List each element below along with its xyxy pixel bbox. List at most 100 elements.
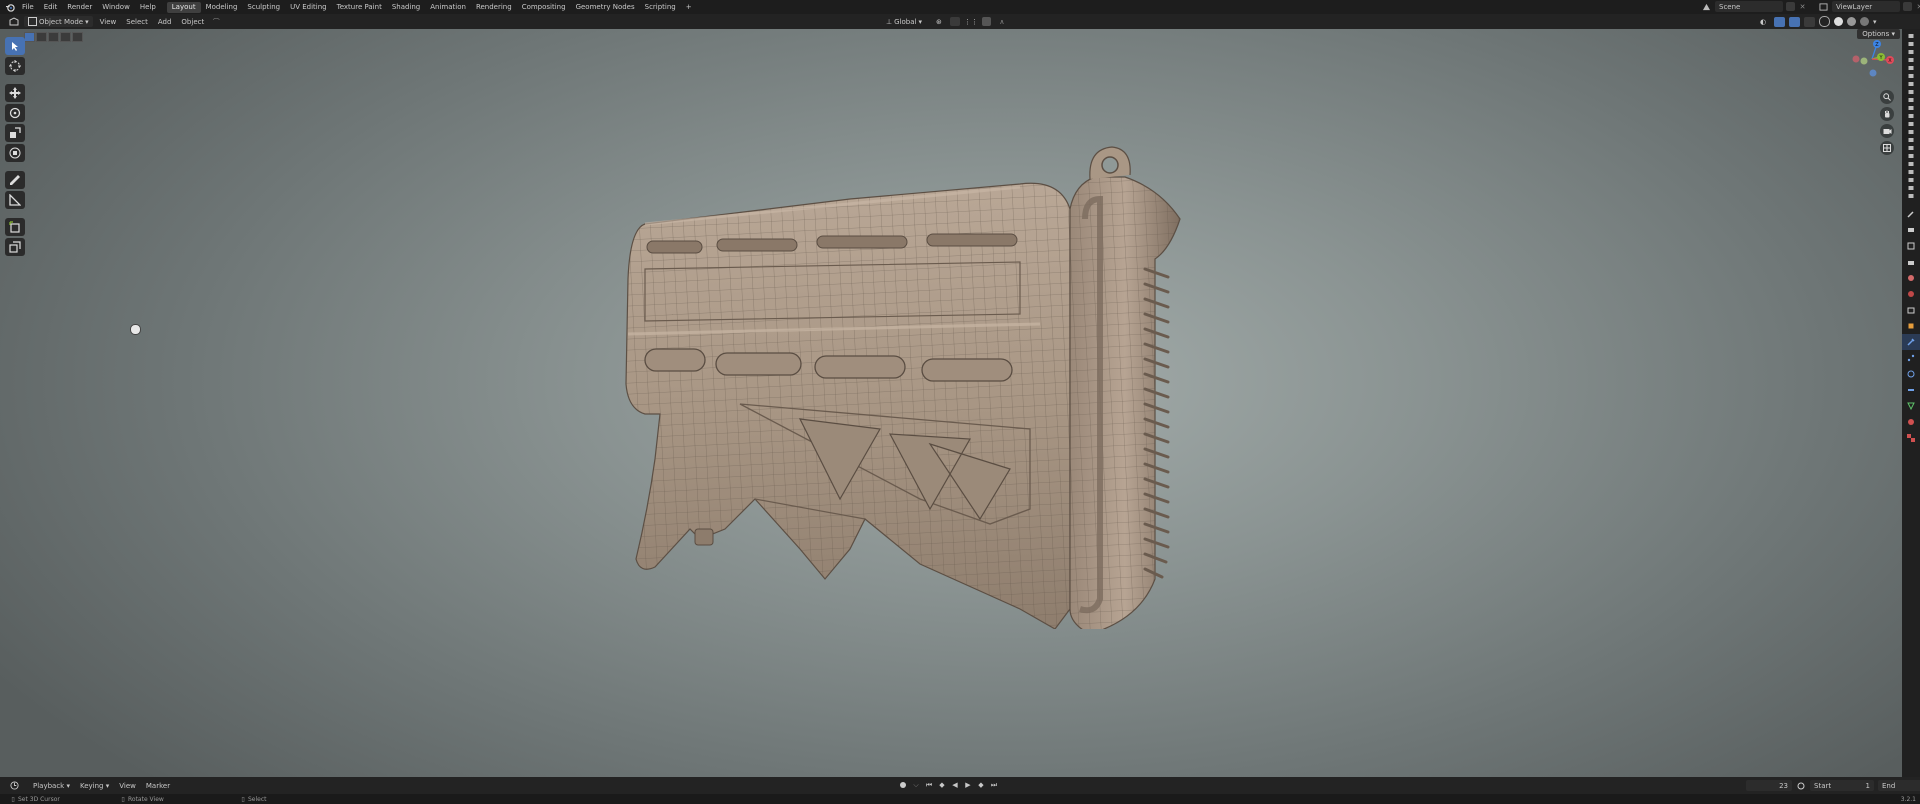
- texture-properties-icon[interactable]: [1902, 430, 1920, 446]
- tab-compositing[interactable]: Compositing: [517, 2, 571, 13]
- snap-target-icon[interactable]: ⋮⋮: [964, 18, 978, 26]
- menu-file[interactable]: File: [17, 0, 39, 14]
- link-icon[interactable]: ⌒: [209, 17, 223, 27]
- end-frame-field[interactable]: End 250: [1878, 780, 1920, 791]
- particle-properties-icon[interactable]: [1902, 350, 1920, 366]
- constraint-properties-icon[interactable]: [1902, 382, 1920, 398]
- navigation-gizmo[interactable]: Z Y X: [1842, 37, 1896, 79]
- neg-y-axis-icon[interactable]: [1860, 57, 1868, 65]
- add-cube-icon[interactable]: [5, 218, 25, 236]
- scene-icon[interactable]: [1700, 3, 1712, 11]
- timeline-menu-view[interactable]: View: [114, 779, 141, 793]
- jump-end-icon[interactable]: ⏭: [989, 781, 999, 790]
- editor-type-icon[interactable]: [6, 781, 22, 790]
- camera-visibility-icon[interactable]: [1902, 160, 1920, 168]
- camera-visibility-icon[interactable]: [1902, 80, 1920, 88]
- falloff-icon[interactable]: ∧: [995, 18, 1009, 26]
- tab-rendering[interactable]: Rendering: [471, 2, 517, 13]
- timeline-menu-keying[interactable]: Keying ▾: [75, 779, 114, 793]
- camera-visibility-icon[interactable]: [1902, 136, 1920, 144]
- blender-logo-icon[interactable]: [3, 3, 17, 12]
- data-properties-icon[interactable]: [1902, 398, 1920, 414]
- camera-visibility-icon[interactable]: [1902, 40, 1920, 48]
- tab-scripting[interactable]: Scripting: [640, 2, 681, 13]
- extrude-icon[interactable]: [5, 238, 25, 256]
- add-workspace-button[interactable]: +: [681, 2, 697, 13]
- play-reverse-icon[interactable]: ◀: [950, 781, 960, 789]
- annotate-icon[interactable]: [5, 171, 25, 189]
- start-frame-field[interactable]: Start 1: [1810, 780, 1874, 791]
- tab-shading[interactable]: Shading: [387, 2, 425, 13]
- select-extend-icon[interactable]: [36, 32, 47, 42]
- menu-edit[interactable]: Edit: [39, 0, 63, 14]
- camera-visibility-icon[interactable]: [1902, 96, 1920, 104]
- header-menu-view[interactable]: View: [95, 15, 122, 29]
- xray-icon[interactable]: [1804, 16, 1815, 27]
- neg-z-axis-icon[interactable]: [1869, 69, 1877, 77]
- current-frame-field[interactable]: 23: [1746, 780, 1792, 791]
- camera-visibility-icon[interactable]: [1902, 192, 1920, 200]
- menu-window[interactable]: Window: [97, 0, 135, 14]
- output-properties-icon[interactable]: [1902, 238, 1920, 254]
- camera-visibility-icon[interactable]: [1902, 64, 1920, 72]
- tab-geometry-nodes[interactable]: Geometry Nodes: [571, 2, 640, 13]
- collection-properties-icon[interactable]: [1902, 302, 1920, 318]
- physics-properties-icon[interactable]: [1902, 366, 1920, 382]
- timeline-menu-playback[interactable]: Playback ▾: [28, 779, 75, 793]
- next-keyframe-icon[interactable]: ◆: [976, 781, 986, 789]
- camera-icon[interactable]: [1880, 124, 1894, 138]
- select-subtract-icon[interactable]: [48, 32, 59, 42]
- snap-icon[interactable]: [949, 17, 960, 26]
- 3d-viewport[interactable]: Options ▾ Z Y X: [0, 29, 1902, 777]
- menu-render[interactable]: Render: [62, 0, 97, 14]
- camera-visibility-icon[interactable]: [1902, 88, 1920, 96]
- scale-icon[interactable]: [5, 124, 25, 142]
- camera-visibility-icon[interactable]: [1902, 112, 1920, 120]
- chevron-down-icon[interactable]: ▾: [1873, 18, 1877, 26]
- tab-animation[interactable]: Animation: [425, 2, 471, 13]
- scene-field[interactable]: Scene: [1715, 1, 1783, 12]
- tool-properties-icon[interactable]: [1902, 206, 1920, 222]
- gizmo-toggle-icon[interactable]: [1774, 16, 1785, 27]
- world-properties-icon[interactable]: [1902, 286, 1920, 302]
- camera-visibility-icon[interactable]: [1902, 128, 1920, 136]
- editor-type-icon[interactable]: [6, 17, 22, 26]
- record-icon[interactable]: [898, 780, 908, 790]
- select-box-icon[interactable]: [5, 37, 25, 55]
- jump-start-icon[interactable]: ⏮: [924, 781, 934, 790]
- grid-ortho-icon[interactable]: [1880, 141, 1894, 155]
- tab-modeling[interactable]: Modeling: [201, 2, 243, 13]
- zoom-icon[interactable]: [1880, 90, 1894, 104]
- camera-visibility-icon[interactable]: [1902, 72, 1920, 80]
- camera-visibility-icon[interactable]: [1902, 32, 1920, 40]
- pivot-point-icon[interactable]: ⊛: [932, 18, 946, 26]
- copy-view-layer-icon[interactable]: [1903, 2, 1912, 11]
- wireframe-shading-icon[interactable]: [1819, 16, 1830, 27]
- scene-properties-icon[interactable]: [1902, 270, 1920, 286]
- tab-uv-editing[interactable]: UV Editing: [285, 2, 332, 13]
- camera-visibility-icon[interactable]: [1902, 120, 1920, 128]
- tab-sculpting[interactable]: Sculpting: [242, 2, 285, 13]
- move-icon[interactable]: [5, 84, 25, 102]
- camera-visibility-icon[interactable]: [1902, 48, 1920, 56]
- material-shading-icon[interactable]: [1847, 17, 1856, 26]
- header-menu-add[interactable]: Add: [153, 15, 177, 29]
- visibility-icon[interactable]: ◐: [1756, 18, 1770, 26]
- pan-hand-icon[interactable]: [1880, 107, 1894, 121]
- camera-visibility-icon[interactable]: [1902, 144, 1920, 152]
- transform-icon[interactable]: [5, 144, 25, 162]
- rifle-stock-model[interactable]: [600, 109, 1220, 629]
- mode-dropdown[interactable]: Object Mode ▾: [24, 16, 93, 27]
- overlay-toggle-icon[interactable]: [1789, 16, 1800, 27]
- neg-x-axis-icon[interactable]: [1852, 55, 1860, 63]
- rotate-icon[interactable]: [5, 104, 25, 122]
- view-layer-icon[interactable]: [1817, 2, 1829, 11]
- camera-visibility-icon[interactable]: [1902, 184, 1920, 192]
- delete-view-layer-icon[interactable]: ✕: [1915, 2, 1920, 11]
- clock-icon[interactable]: [1796, 782, 1806, 790]
- solid-shading-icon[interactable]: [1834, 17, 1843, 26]
- camera-visibility-icon[interactable]: [1902, 176, 1920, 184]
- view-layer-field[interactable]: ViewLayer: [1832, 1, 1900, 12]
- camera-visibility-icon[interactable]: [1902, 104, 1920, 112]
- measure-icon[interactable]: [5, 191, 25, 209]
